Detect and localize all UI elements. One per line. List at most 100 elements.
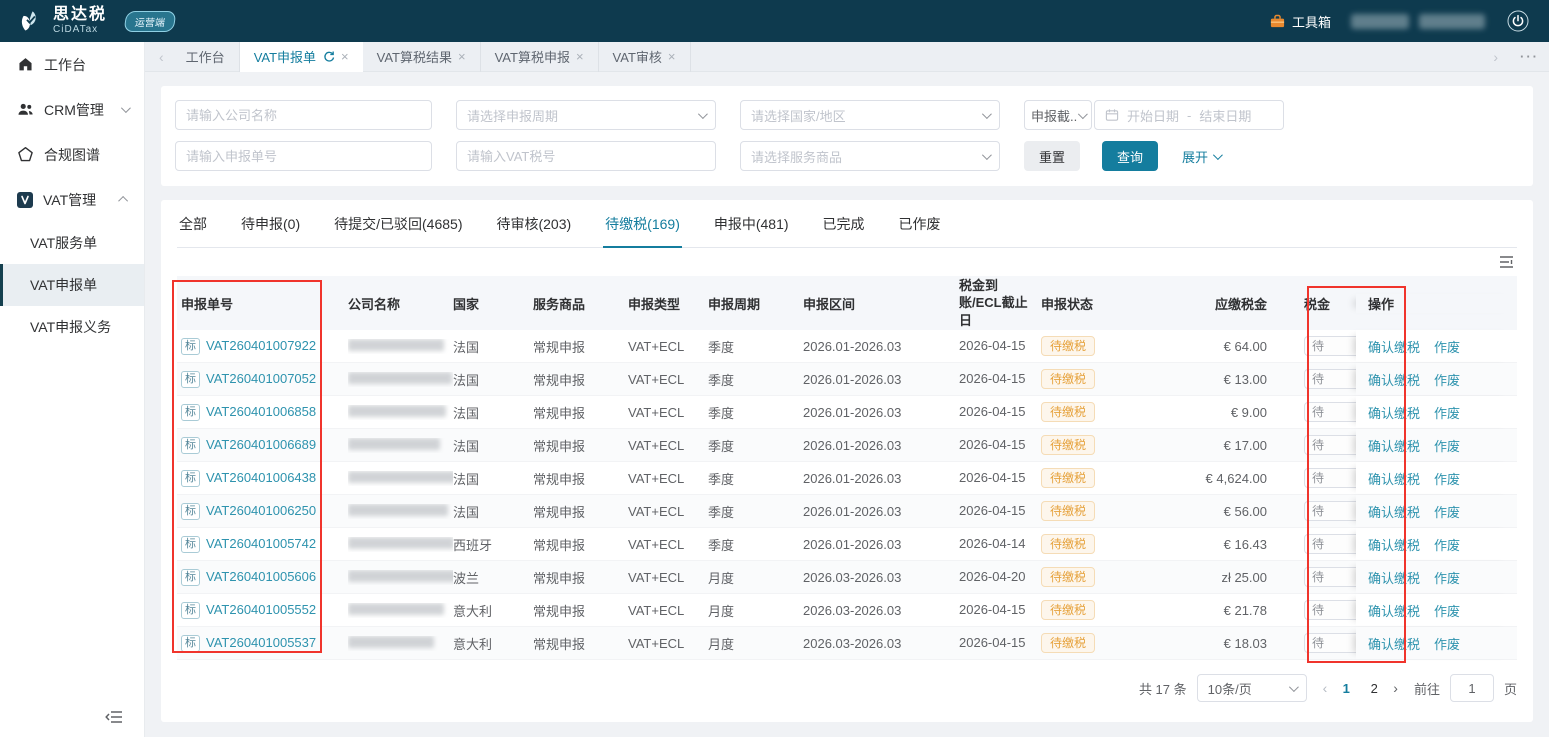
void-link[interactable]: 作废 (1434, 634, 1460, 653)
order-no-link[interactable]: VAT260401006689 (206, 437, 316, 452)
confirm-pay-tax-link[interactable]: 确认缴税 (1368, 403, 1420, 422)
sidebar-item-compliance-map[interactable]: 合规图谱 (0, 132, 144, 177)
company-cell (348, 438, 453, 453)
actions-cell: 确认缴税 作废 (1356, 396, 1517, 428)
company-masked (348, 636, 434, 648)
status-tabs: 全部 待申报(0) 待提交/已驳回(4685) 待审核(203) 待缴税(169… (177, 212, 1517, 248)
next-page-icon[interactable]: › (1391, 680, 1400, 696)
tab-vat-declaration-order[interactable]: VAT申报单 × (240, 42, 363, 72)
tab-close-icon[interactable]: × (668, 49, 676, 64)
status-tab-completed[interactable]: 已完成 (821, 212, 867, 247)
sidebar-item-vat-declaration-order[interactable]: VAT申报单 (0, 264, 144, 306)
void-link[interactable]: 作废 (1434, 370, 1460, 389)
order-no-link[interactable]: VAT260401005606 (206, 569, 316, 584)
date-range-picker[interactable]: 开始日期 - 结束日期 (1094, 100, 1284, 130)
tab-close-icon[interactable]: × (341, 49, 349, 64)
username-masked[interactable] (1351, 14, 1485, 29)
status-cell: 待缴税 (1041, 534, 1159, 554)
confirm-pay-tax-link[interactable]: 确认缴税 (1368, 337, 1420, 356)
col-header-actions: 操作 (1356, 294, 1517, 313)
order-no-link[interactable]: VAT260401005552 (206, 602, 316, 617)
status-tab-pending-declare[interactable]: 待申报(0) (239, 212, 302, 247)
page-number-1[interactable]: 1 (1335, 681, 1357, 696)
status-tab-voided[interactable]: 已作废 (897, 212, 943, 247)
status-tab-all[interactable]: 全部 (177, 212, 209, 247)
void-link[interactable]: 作废 (1434, 436, 1460, 455)
order-tag-badge: 标 (181, 404, 200, 421)
country-select[interactable]: 请选择国家/地区 (740, 100, 1000, 130)
date-field-select[interactable]: 申报截... (1024, 100, 1092, 130)
prev-page-icon[interactable]: ‹ (1321, 680, 1330, 696)
order-no-link[interactable]: VAT260401005537 (206, 635, 316, 650)
status-tab-declaring[interactable]: 申报中(481) (712, 212, 791, 247)
service-product-select[interactable]: 请选择服务商品 (740, 141, 1000, 171)
confirm-pay-tax-link[interactable]: 确认缴税 (1368, 535, 1420, 554)
range-cell: 2026.01-2026.03 (803, 438, 959, 453)
page-number-2[interactable]: 2 (1363, 681, 1385, 696)
calendar-icon (1105, 108, 1119, 122)
tab-close-icon[interactable]: × (576, 49, 584, 64)
col-header-tax-status-clipped: 税金 (1304, 294, 1356, 313)
order-no-input[interactable] (186, 149, 421, 164)
status-tab-pending-tax[interactable]: 待缴税(169) (603, 212, 682, 248)
tab-vat-tax-result[interactable]: VAT算税结果 × (363, 42, 481, 72)
company-name-input[interactable] (186, 108, 421, 123)
tax-status-cell: 待 (1304, 435, 1356, 455)
col-header-period: 申报周期 (708, 294, 803, 313)
company-cell (348, 537, 453, 552)
logout-power-button[interactable] (1505, 8, 1531, 34)
status-tab-pending-review[interactable]: 待审核(203) (494, 212, 573, 247)
amount-cell: € 64.00 (1159, 339, 1304, 354)
order-no-link[interactable]: VAT260401007922 (206, 338, 316, 353)
expand-filters-link[interactable]: 展开 (1182, 147, 1220, 166)
confirm-pay-tax-link[interactable]: 确认缴税 (1368, 502, 1420, 521)
void-link[interactable]: 作废 (1434, 502, 1460, 521)
sidebar-item-vat-declaration-obligation[interactable]: VAT申报义务 (0, 306, 144, 348)
order-no-link[interactable]: VAT260401006250 (206, 503, 316, 518)
vat-no-input[interactable] (467, 149, 705, 164)
tab-vat-tax-declaration[interactable]: VAT算税申报 × (481, 42, 599, 72)
tabs-more-icon[interactable]: ··· (1520, 49, 1539, 64)
confirm-pay-tax-link[interactable]: 确认缴税 (1368, 568, 1420, 587)
goto-page-input[interactable] (1450, 674, 1494, 702)
void-link[interactable]: 作废 (1434, 568, 1460, 587)
sidebar-item-crm[interactable]: CRM管理 (0, 87, 144, 132)
tax-status-cell: 待 (1304, 501, 1356, 521)
search-button[interactable]: 查询 (1102, 141, 1158, 171)
product-cell: 常规申报 (533, 436, 628, 455)
confirm-pay-tax-link[interactable]: 确认缴税 (1368, 469, 1420, 488)
sidebar-item-vat-management[interactable]: VAT管理 (0, 177, 144, 222)
reset-button[interactable]: 重置 (1024, 141, 1080, 171)
tabs-scroll-left-icon[interactable]: ‹ (151, 49, 172, 65)
tab-vat-review[interactable]: VAT审核 × (599, 42, 691, 72)
sidebar-item-vat-service-order[interactable]: VAT服务单 (0, 222, 144, 264)
status-tab-pending-submit[interactable]: 待提交/已驳回(4685) (332, 212, 464, 247)
users-icon (17, 101, 34, 118)
tab-close-icon[interactable]: × (458, 49, 466, 64)
void-link[interactable]: 作废 (1434, 337, 1460, 356)
tab-workbench[interactable]: 工作台 (172, 42, 240, 72)
tabs-scroll-right-icon[interactable]: › (1485, 49, 1506, 65)
refresh-icon[interactable] (322, 50, 335, 63)
order-no-link[interactable]: VAT260401006438 (206, 470, 316, 485)
status-badge: 待缴税 (1041, 435, 1095, 455)
status-cell: 待缴税 (1041, 468, 1159, 488)
sidebar-item-workbench[interactable]: 工作台 (0, 42, 144, 87)
void-link[interactable]: 作废 (1434, 403, 1460, 422)
confirm-pay-tax-link[interactable]: 确认缴税 (1368, 601, 1420, 620)
sidebar-collapse-button[interactable] (105, 709, 124, 725)
void-link[interactable]: 作废 (1434, 535, 1460, 554)
confirm-pay-tax-link[interactable]: 确认缴税 (1368, 634, 1420, 653)
column-settings-icon[interactable] (1498, 254, 1515, 270)
confirm-pay-tax-link[interactable]: 确认缴税 (1368, 436, 1420, 455)
table-row: 标VAT260401005552 意大利 常规申报 VAT+ECL 月度 202… (177, 594, 1517, 627)
order-no-link[interactable]: VAT260401005742 (206, 536, 316, 551)
declare-period-select[interactable]: 请选择申报周期 (456, 100, 716, 130)
page-size-select[interactable]: 10条/页 (1197, 674, 1307, 702)
void-link[interactable]: 作废 (1434, 469, 1460, 488)
order-no-link[interactable]: VAT260401006858 (206, 404, 316, 419)
confirm-pay-tax-link[interactable]: 确认缴税 (1368, 370, 1420, 389)
void-link[interactable]: 作废 (1434, 601, 1460, 620)
order-no-link[interactable]: VAT260401007052 (206, 371, 316, 386)
toolbox-button[interactable]: 工具箱 (1269, 12, 1331, 31)
